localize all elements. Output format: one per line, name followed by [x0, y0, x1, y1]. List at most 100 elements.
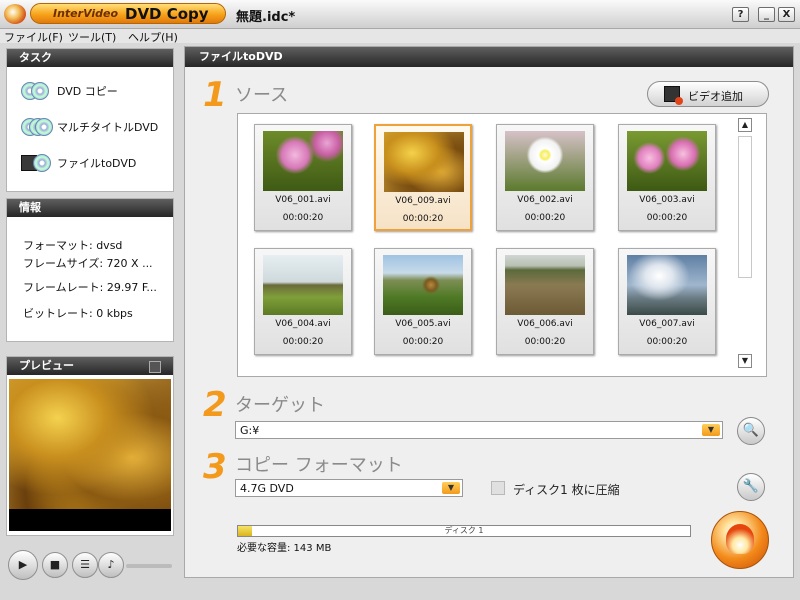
dvd-copy-icon	[21, 81, 51, 101]
app-logo-icon[interactable]	[4, 4, 26, 24]
clip-duration: 00:00:20	[524, 337, 566, 347]
preview-image	[9, 379, 171, 509]
clip-thumbnail	[263, 255, 343, 315]
settings-wrench-icon[interactable]: 🔧	[737, 473, 765, 501]
clip-thumbnail	[627, 131, 707, 191]
main-panel: ファイルtoDVD 1 ソース ビデオ追加 V06_001.avi 00:00:…	[184, 46, 794, 578]
copy-format-title: コピー フォーマット	[235, 455, 403, 476]
info-header: 情報	[7, 199, 173, 217]
scroll-up-arrow[interactable]: ▲	[738, 118, 752, 132]
format-value: 4.7G DVD	[240, 482, 294, 495]
info-bitrate: ビットレート: 0 kbps	[23, 307, 133, 320]
clip-card[interactable]: V06_007.avi 00:00:20	[618, 248, 716, 355]
clip-name: V06_006.avi	[517, 319, 573, 329]
add-video-icon	[664, 86, 683, 105]
volume-icon[interactable]: ♪	[98, 552, 124, 578]
task-multi-title-dvd[interactable]: マルチタイトルDVD	[21, 115, 158, 139]
clip-thumbnail	[263, 131, 343, 191]
clip-duration: 00:00:20	[402, 337, 444, 347]
task-label: マルチタイトルDVD	[57, 121, 159, 134]
clip-name: V06_002.avi	[517, 195, 573, 205]
browse-target-button[interactable]: 🔍	[737, 417, 765, 445]
preview-letterbox	[9, 509, 171, 531]
task-file-to-dvd[interactable]: ファイルtoDVD	[21, 151, 136, 175]
clip-card[interactable]: V06_001.avi 00:00:20	[254, 124, 352, 231]
flame-icon	[726, 524, 754, 554]
clip-thumbnail	[383, 255, 463, 315]
minimize-button[interactable]: _	[758, 7, 775, 22]
target-dropdown[interactable]: G:¥ ▼	[235, 421, 723, 439]
capacity-bar-label: ディスク 1	[444, 526, 484, 535]
source-title: ソース	[235, 85, 289, 106]
target-title: ターゲット	[235, 395, 325, 416]
clip-card[interactable]: V06_003.avi 00:00:20	[618, 124, 716, 231]
clip-duration: 00:00:20	[402, 214, 444, 224]
clip-thumbnail	[384, 132, 464, 192]
playback-controls: ▶ ■ ☰ ♪	[6, 542, 174, 582]
clip-grid: V06_001.avi 00:00:20 V06_009.avi 00:00:2…	[237, 113, 767, 377]
clip-thumbnail	[505, 131, 585, 191]
step-2-number: 2	[203, 385, 227, 425]
scroll-down-arrow[interactable]: ▼	[738, 354, 752, 368]
clip-duration: 00:00:20	[646, 337, 688, 347]
add-video-label: ビデオ追加	[688, 90, 743, 103]
clip-card[interactable]: V06_004.avi 00:00:20	[254, 248, 352, 355]
clip-name: V06_001.avi	[275, 195, 331, 205]
clip-name: V06_005.avi	[395, 319, 451, 329]
clip-duration: 00:00:20	[524, 213, 566, 223]
target-value: G:¥	[240, 424, 260, 437]
main-header: ファイルtoDVD	[185, 47, 793, 67]
menu-bar: ファイル(F) ツール(T) ヘルプ(H)	[0, 29, 800, 45]
clip-duration: 00:00:20	[282, 213, 324, 223]
clip-name: V06_007.avi	[639, 319, 695, 329]
task-label: DVD コピー	[57, 85, 118, 98]
add-video-button[interactable]: ビデオ追加	[647, 81, 769, 107]
clip-name: V06_009.avi	[395, 196, 451, 206]
format-dropdown[interactable]: 4.7G DVD ▼	[235, 479, 463, 497]
clip-duration: 00:00:20	[282, 337, 324, 347]
info-frame-size: フレームサイズ: 720 X ...	[23, 257, 153, 270]
info-frame-rate: フレームレート: 29.97 F...	[23, 281, 157, 294]
compress-label: ディスク1 枚に圧縮	[513, 483, 620, 497]
info-format: フォーマット: dvsd	[23, 239, 123, 252]
task-label: ファイルtoDVD	[57, 157, 137, 170]
step-3-number: 3	[203, 447, 227, 487]
detach-preview-icon[interactable]	[149, 361, 161, 373]
disc-capacity-bar: ディスク 1	[237, 525, 691, 537]
compress-checkbox[interactable]	[491, 481, 505, 495]
file-to-dvd-icon	[21, 153, 51, 173]
menu-help[interactable]: ヘルプ(H)	[128, 29, 178, 45]
brand-logo: InterVideo DVD Copy	[30, 3, 226, 24]
clip-card-selected[interactable]: V06_009.avi 00:00:20	[374, 124, 472, 231]
document-title: 無題.idc*	[236, 10, 296, 25]
brand-prefix: InterVideo	[53, 7, 119, 20]
chevron-down-icon[interactable]: ▼	[702, 424, 720, 436]
clip-name: V06_004.avi	[275, 319, 331, 329]
play-button[interactable]: ▶	[8, 550, 38, 580]
clip-thumbnail	[505, 255, 585, 315]
task-dvd-copy[interactable]: DVD コピー	[21, 79, 118, 103]
scroll-thumb[interactable]	[738, 136, 752, 278]
preview-panel: プレビュー	[6, 356, 174, 536]
clip-name: V06_003.avi	[639, 195, 695, 205]
clip-grid-scrollbar[interactable]: ▲ ▼	[736, 118, 754, 372]
volume-slider[interactable]	[126, 564, 172, 568]
close-button[interactable]: X	[778, 7, 795, 22]
menu-tools[interactable]: ツール(T)	[68, 29, 116, 45]
required-capacity: 必要な容量: 143 MB	[237, 543, 332, 554]
clip-card[interactable]: V06_006.avi 00:00:20	[496, 248, 594, 355]
tasks-panel: タスク DVD コピー マルチタイトルDVD ファイルtoDVD	[6, 48, 174, 192]
title-bar: InterVideo DVD Copy 無題.idc* ? _ X	[0, 0, 800, 29]
multi-title-icon	[21, 117, 53, 137]
tasks-header: タスク	[7, 49, 173, 67]
help-button[interactable]: ?	[732, 7, 749, 22]
burn-button[interactable]	[711, 511, 769, 569]
clip-card[interactable]: V06_002.avi 00:00:20	[496, 124, 594, 231]
clip-card[interactable]: V06_005.avi 00:00:20	[374, 248, 472, 355]
chevron-down-icon[interactable]: ▼	[442, 482, 460, 494]
menu-file[interactable]: ファイル(F)	[4, 29, 63, 45]
stop-button[interactable]: ■	[42, 552, 68, 578]
brand-name: DVD Copy	[125, 5, 209, 23]
step-1-number: 1	[203, 75, 227, 115]
chapter-button[interactable]: ☰	[72, 552, 98, 578]
